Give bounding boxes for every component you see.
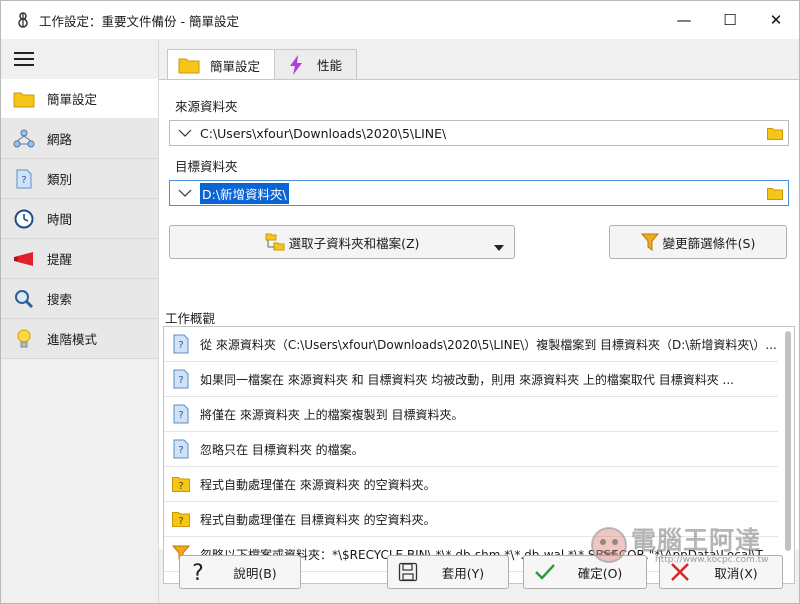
list-item[interactable]: ? 程式自動處理僅在 目標資料夾 的空資料夾。 — [164, 502, 778, 537]
ok-label: 確定(O) — [577, 565, 623, 581]
list-item-text: 忽略只在 目標資料夾 的檔案。 — [200, 442, 364, 457]
target-folder-label: 目標資料夾 — [175, 159, 238, 174]
target-folder-combobox[interactable]: D:\新增資料夾\ — [169, 180, 789, 206]
svg-text:?: ? — [178, 445, 183, 456]
svg-text:?: ? — [192, 561, 204, 584]
sidebar-item-label: 網路 — [47, 132, 73, 147]
caret-down-icon — [494, 239, 504, 254]
tab-simple-settings[interactable]: 簡單設定 — [167, 49, 276, 80]
list-item[interactable]: ? 程式自動處理僅在 來源資料夾 的空資料夾。 — [164, 467, 778, 502]
svg-text:?: ? — [178, 516, 183, 527]
tab-label: 簡單設定 — [210, 58, 261, 74]
folder-question-icon: ? — [172, 474, 190, 494]
megaphone-icon — [13, 248, 35, 270]
folder-question-icon: ? — [172, 509, 190, 529]
svg-text:?: ? — [178, 481, 183, 492]
svg-text:?: ? — [178, 410, 183, 421]
doc-question-icon: ? — [172, 369, 190, 389]
document-question-icon: ? — [13, 168, 35, 190]
sidebar-item-label: 進階模式 — [47, 332, 98, 347]
tab-label: 性能 — [317, 58, 343, 73]
sidebar-item-simple-settings[interactable]: 簡單設定 — [1, 79, 158, 119]
change-filter-label: 變更篩選條件(S) — [662, 235, 756, 251]
tab-performance[interactable]: 性能 — [274, 49, 358, 79]
svg-text:?: ? — [178, 340, 183, 351]
lightning-icon — [285, 54, 307, 75]
browse-folder-icon[interactable] — [762, 187, 788, 200]
svg-text:?: ? — [21, 175, 26, 186]
apply-button[interactable]: 套用(Y) — [387, 555, 509, 589]
main-panel: 簡單設定 性能 來源資料夾 C:\Users\xfour\Downloads\2… — [159, 39, 799, 603]
browse-folder-icon[interactable] — [762, 127, 788, 140]
magnifier-icon — [13, 288, 35, 310]
app-logo-icon — [15, 12, 31, 28]
cancel-label: 取消(X) — [714, 565, 758, 581]
sidebar: 簡單設定 網路 ? 類別 時間 提醒 搜索 進階模式 — [1, 39, 159, 603]
source-folder-label: 來源資料夾 — [175, 99, 238, 114]
sidebar-item-label: 提醒 — [47, 252, 73, 267]
minimize-button[interactable]: — — [661, 1, 707, 39]
x-mark-icon — [670, 562, 704, 582]
select-subfolders-button[interactable]: 選取子資料夾和檔案(Z) — [169, 225, 515, 259]
sidebar-item-label: 搜索 — [47, 292, 73, 307]
sidebar-item-reminder[interactable]: 提醒 — [1, 239, 158, 279]
apply-label: 套用(Y) — [441, 565, 485, 581]
maximize-button[interactable]: ☐ — [707, 1, 753, 39]
folder-icon — [178, 55, 200, 75]
summary-list[interactable]: ? 從 來源資料夾（C:\Users\xfour\Downloads\2020\… — [163, 326, 795, 584]
summary-scrollbar[interactable] — [784, 331, 792, 579]
save-icon — [398, 562, 432, 582]
list-item[interactable]: ? 將僅在 來源資料夾 上的檔案複製到 目標資料夾。 — [164, 397, 778, 432]
window-title: 工作設定：重要文件備份 - 簡單設定 — [39, 13, 239, 29]
tab-bar: 簡單設定 性能 — [167, 49, 358, 80]
source-folder-input[interactable]: C:\Users\xfour\Downloads\2020\5\LINE\ — [200, 126, 762, 141]
list-item-text: 從 來源資料夾（C:\Users\xfour\Downloads\2020\5\… — [200, 337, 777, 352]
tab-content: 來源資料夾 C:\Users\xfour\Downloads\2020\5\LI… — [159, 79, 799, 584]
title-bar: 工作設定：重要文件備份 - 簡單設定 — ☐ ✕ — [1, 1, 799, 39]
doc-question-icon: ? — [172, 404, 190, 424]
list-item-text: 將僅在 來源資料夾 上的檔案複製到 目標資料夾。 — [200, 407, 464, 422]
list-item-text: 程式自動處理僅在 來源資料夾 的空資料夾。 — [200, 477, 436, 492]
list-item-text: 程式自動處理僅在 目標資料夾 的空資料夾。 — [200, 512, 436, 527]
target-folder-input[interactable]: D:\新增資料夾\ — [200, 182, 289, 204]
app-window: 工作設定：重要文件備份 - 簡單設定 — ☐ ✕ 簡單設定 網路 ? 類別 時間… — [0, 0, 800, 604]
select-subfolders-label: 選取子資料夾和檔案(Z) — [288, 235, 420, 251]
sidebar-item-network[interactable]: 網路 — [1, 119, 158, 159]
question-mark-icon: ? — [190, 560, 224, 584]
hamburger-icon — [14, 52, 34, 66]
svg-text:?: ? — [178, 375, 183, 386]
sidebar-item-time[interactable]: 時間 — [1, 199, 158, 239]
network-icon — [13, 128, 35, 150]
cancel-button[interactable]: 取消(X) — [659, 555, 783, 589]
list-item[interactable]: ? 從 來源資料夾（C:\Users\xfour\Downloads\2020\… — [164, 327, 778, 362]
sidebar-item-category[interactable]: ? 類別 — [1, 159, 158, 199]
folder-tree-icon — [265, 233, 285, 251]
doc-question-icon: ? — [172, 334, 190, 354]
sidebar-item-search[interactable]: 搜索 — [1, 279, 158, 319]
help-button[interactable]: ? 說明(B) — [179, 555, 301, 589]
scrollbar-thumb[interactable] — [785, 331, 791, 551]
help-label: 說明(B) — [233, 565, 277, 581]
folder-icon — [13, 88, 35, 110]
close-button[interactable]: ✕ — [753, 1, 799, 39]
doc-question-icon: ? — [172, 439, 190, 459]
sidebar-item-advanced-mode[interactable]: 進階模式 — [1, 319, 158, 359]
list-item[interactable]: ? 如果同一檔案在 來源資料夾 和 目標資料夾 均被改動，則用 來源資料夾 上的… — [164, 362, 778, 397]
clock-icon — [13, 208, 35, 230]
list-item[interactable]: ? 忽略只在 目標資料夾 的檔案。 — [164, 432, 778, 467]
list-item-text: 如果同一檔案在 來源資料夾 和 目標資料夾 均被改動，則用 來源資料夾 上的檔案… — [200, 372, 734, 387]
checkmark-icon — [534, 563, 568, 581]
source-folder-combobox[interactable]: C:\Users\xfour\Downloads\2020\5\LINE\ — [169, 120, 789, 146]
ok-button[interactable]: 確定(O) — [523, 555, 647, 589]
chevron-down-icon[interactable] — [170, 189, 200, 197]
sidebar-item-label: 時間 — [47, 212, 73, 227]
change-filter-button[interactable]: 變更篩選條件(S) — [609, 225, 787, 259]
sidebar-item-label: 簡單設定 — [47, 92, 98, 107]
summary-label: 工作概觀 — [165, 311, 216, 326]
lightbulb-icon — [13, 328, 35, 350]
hamburger-menu-button[interactable] — [1, 39, 158, 79]
filter-icon — [640, 233, 659, 251]
sidebar-item-label: 類別 — [47, 172, 73, 187]
chevron-down-icon[interactable] — [170, 129, 200, 137]
